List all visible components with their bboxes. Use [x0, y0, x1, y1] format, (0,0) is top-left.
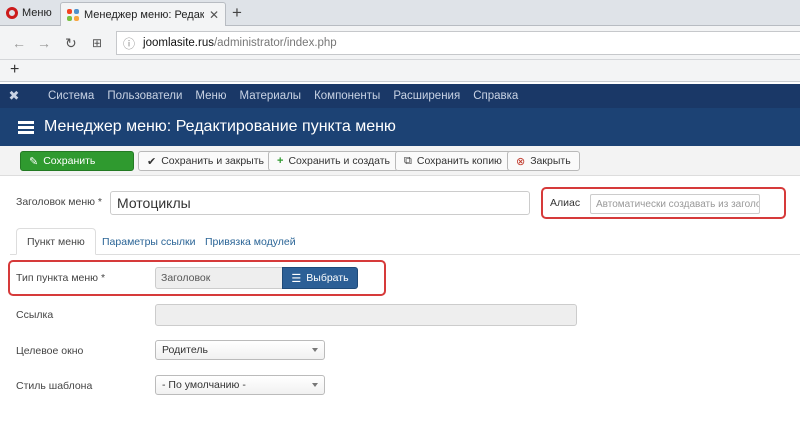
save-copy-button[interactable]: ⧉ Сохранить копию: [395, 151, 511, 171]
admin-menu-bar: ✖ Система Пользователи Меню Материалы Ко…: [0, 84, 800, 108]
joomla-favicon-icon: [67, 8, 79, 21]
browser-navbar: ← → ↻ ⊞ ⓘ joomlasite.rus /administrator/…: [0, 26, 800, 60]
template-style-select[interactable]: - По умолчанию -: [155, 375, 325, 395]
browser-tabbar: Меню Менеджер меню: Редакти ✕ +: [0, 0, 800, 26]
link-field: [155, 304, 577, 326]
page-header: Менеджер меню: Редактирование пункта мен…: [0, 108, 800, 146]
target-window-select[interactable]: Родитель: [155, 340, 325, 360]
reload-icon[interactable]: ↻: [65, 35, 77, 52]
add-bookmark-icon[interactable]: +: [10, 61, 19, 79]
url-path: /administrator/index.php: [213, 37, 337, 49]
save-close-label: Сохранить и закрыть: [161, 155, 265, 167]
close-button[interactable]: ⊗ Закрыть: [507, 151, 580, 171]
close-circle-icon: ⊗: [516, 155, 526, 168]
plus-icon: +: [277, 155, 284, 167]
save-close-button[interactable]: ✔ Сохранить и закрыть: [138, 151, 274, 171]
alias-input[interactable]: Автоматически создавать из заголовка: [590, 194, 760, 214]
forward-icon[interactable]: →: [37, 35, 51, 51]
chevron-down-icon: [312, 383, 318, 387]
save-button[interactable]: ✎ Сохранить: [20, 151, 134, 171]
browser-tab-title: Менеджер меню: Редакти: [84, 8, 204, 21]
menu-item-content[interactable]: Материалы: [239, 90, 301, 102]
menu-item-components[interactable]: Компоненты: [314, 90, 380, 102]
type-label: Тип пункта меню *: [16, 272, 106, 284]
close-button-label: Закрыть: [530, 155, 571, 167]
list-icon: ☰: [291, 272, 302, 285]
target-window-value: Родитель: [162, 344, 208, 356]
tab-link-options-label: Параметры ссылки: [102, 235, 196, 248]
bookmarks-bar: +: [0, 60, 800, 82]
back-icon[interactable]: ←: [12, 35, 26, 51]
new-tab-icon[interactable]: +: [232, 3, 242, 23]
save-new-button[interactable]: + Сохранить и создать: [268, 151, 400, 171]
link-label: Ссылка: [16, 309, 54, 321]
template-style-value: - По умолчанию -: [162, 379, 246, 391]
tab-link-options[interactable]: Параметры ссылки: [92, 228, 206, 255]
copy-icon: ⧉: [404, 154, 412, 167]
check-icon: ✔: [147, 155, 157, 168]
list-icon: [18, 120, 34, 134]
alias-placeholder: Автоматически создавать из заголовка: [596, 198, 760, 210]
save-new-label: Сохранить и создать: [288, 155, 391, 167]
opera-logo-icon: [6, 7, 18, 19]
title-input[interactable]: Мотоциклы: [110, 191, 530, 215]
menu-type-value: Заголовок: [161, 272, 211, 284]
tab-menu-item-label: Пункт меню: [27, 235, 85, 248]
url-domain: joomlasite.rus: [143, 37, 214, 49]
menu-item-menus[interactable]: Меню: [195, 90, 226, 102]
edit-icon: ✎: [29, 155, 39, 168]
alias-label: Алиас: [550, 197, 581, 209]
template-style-label: Стиль шаблона: [16, 380, 93, 392]
page-title: Менеджер меню: Редактирование пункта мен…: [44, 118, 396, 135]
menu-item-system[interactable]: Система: [48, 90, 94, 102]
menu-item-extensions[interactable]: Расширения: [393, 90, 460, 102]
save-button-label: Сохранить: [43, 155, 96, 167]
tab-menu-item[interactable]: Пункт меню: [16, 228, 96, 255]
select-type-label: Выбрать: [306, 272, 349, 284]
title-label: Заголовок меню *: [16, 196, 103, 208]
tab-module-assignment[interactable]: Привязка модулей: [195, 228, 306, 255]
target-label: Целевое окно: [16, 345, 84, 357]
save-copy-label: Сохранить копию: [416, 155, 502, 167]
title-input-value: Мотоциклы: [117, 195, 191, 211]
browser-tab[interactable]: Менеджер меню: Редакти ✕: [60, 2, 226, 26]
address-bar[interactable]: ⓘ joomlasite.rus /administrator/index.ph…: [116, 31, 800, 55]
menu-item-users[interactable]: Пользователи: [107, 90, 182, 102]
opera-menu-label: Меню: [22, 7, 52, 19]
speed-dial-icon[interactable]: ⊞: [92, 36, 102, 50]
menu-type-field: Заголовок: [155, 267, 282, 289]
menu-item-help[interactable]: Справка: [473, 90, 518, 102]
chevron-down-icon: [312, 348, 318, 352]
page-info-icon[interactable]: ⓘ: [123, 35, 135, 52]
action-toolbar: ✎ Сохранить ✔ Сохранить и закрыть + Сохр…: [0, 146, 800, 176]
joomla-logo-icon[interactable]: ✖: [0, 88, 28, 104]
tab-close-icon[interactable]: ✕: [209, 8, 219, 22]
select-type-button[interactable]: ☰ Выбрать: [282, 267, 358, 289]
tab-module-assignment-label: Привязка модулей: [205, 235, 296, 248]
opera-menu-button[interactable]: Меню: [0, 0, 56, 26]
